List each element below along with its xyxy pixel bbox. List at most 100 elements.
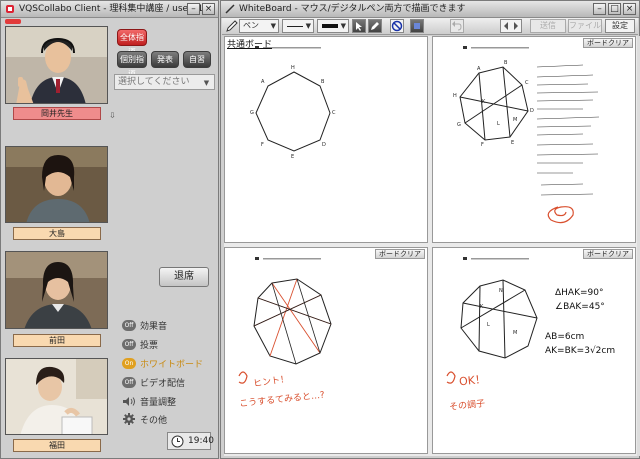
- angle-annotation-2: ∠BAK=45°: [555, 302, 605, 312]
- svg-text:B: B: [321, 79, 325, 85]
- board-student-1[interactable]: ABCDEFGHKLM ボードクリア: [432, 36, 636, 243]
- svg-text:C: C: [332, 110, 336, 116]
- chevron-down-icon: ▼: [305, 22, 311, 30]
- page-nav-button[interactable]: [500, 19, 522, 33]
- option-label: ビデオ配信: [140, 378, 186, 389]
- option-other[interactable]: その他: [122, 412, 167, 426]
- toggle-vote[interactable]: Off: [122, 338, 136, 350]
- name-label-student-1: 大島: [13, 227, 101, 240]
- wb-minimize-button[interactable]: –: [593, 3, 606, 15]
- board-clear-button-3[interactable]: ボードクリア: [583, 249, 633, 259]
- octagon-hint-drawing: [238, 257, 332, 384]
- toggle-whiteboard[interactable]: On: [122, 357, 136, 369]
- option-label: ホワイトボード: [140, 359, 204, 370]
- svg-text:G: G: [457, 122, 461, 128]
- undo-button[interactable]: [450, 19, 464, 33]
- svg-text:N: N: [499, 288, 503, 294]
- line-width-select[interactable]: ▼: [282, 19, 314, 33]
- toggle-video-broadcast[interactable]: Off: [122, 376, 136, 388]
- clock: 19:40: [167, 432, 214, 450]
- client-window: VQSCollabo Client - 理科集中講座 / user01 – × …: [0, 0, 219, 459]
- board-student-2[interactable]: ボードクリア ヒント！ こうするてみると…?: [224, 247, 428, 454]
- svg-text:C: C: [525, 80, 529, 86]
- svg-text:E: E: [291, 154, 294, 160]
- option-volume[interactable]: 音量調整: [122, 394, 176, 408]
- chevron-down-icon: ▼: [203, 79, 210, 87]
- wb-maximize-button[interactable]: □: [608, 3, 621, 15]
- pencil-icon: [371, 22, 379, 30]
- video-teacher: [5, 26, 108, 104]
- ok-annotation: OK！: [458, 372, 487, 389]
- svg-text:L: L: [497, 121, 500, 127]
- color-select[interactable]: ▼: [317, 19, 349, 33]
- speak-button[interactable]: 発表: [151, 51, 179, 68]
- shared-board-label: 共通ボード: [227, 40, 273, 50]
- chevron-down-icon: ▼: [270, 22, 276, 30]
- option-vote[interactable]: Off 投票: [122, 337, 158, 351]
- svg-text:E: E: [511, 140, 514, 146]
- board-shared[interactable]: H B C D E F G A 共通ボード: [224, 36, 428, 243]
- whiteboard-toolbar: ペン ▼ ▼ ▼ 送信 ファイル 設定: [222, 18, 638, 35]
- arrow-icon: [356, 22, 362, 31]
- undo-icon: [452, 21, 462, 31]
- close-button[interactable]: ×: [202, 3, 215, 15]
- svg-text:F: F: [481, 142, 484, 148]
- svg-text:F: F: [261, 142, 264, 148]
- speaker-icon: [123, 396, 135, 406]
- recording-indicator: [5, 19, 21, 24]
- self-study-button[interactable]: 自習: [183, 51, 211, 68]
- send-button[interactable]: 送信: [530, 19, 566, 33]
- octagon-drawing: H B C D E F G A: [250, 46, 336, 160]
- option-sound-effects[interactable]: Off 効果音: [122, 318, 167, 332]
- option-video-broadcast[interactable]: Off ビデオ配信: [122, 375, 185, 389]
- fill-tool-button[interactable]: [410, 19, 424, 33]
- all-instruction-button[interactable]: 全体指導: [117, 29, 147, 57]
- svg-text:G: G: [250, 110, 254, 116]
- board-clear-button-2[interactable]: ボードクリア: [375, 249, 425, 259]
- name-label-student-3: 福田: [13, 439, 101, 452]
- option-label: その他: [140, 415, 168, 426]
- option-whiteboard[interactable]: On ホワイトボード: [122, 356, 203, 370]
- length-annotation-2: AK=BK=3√2cm: [545, 346, 616, 356]
- whiteboard-window: WhiteBoard - マウス/デジタルペン両方で描画できます – □ × ペ…: [220, 0, 640, 459]
- file-button[interactable]: ファイル: [568, 19, 602, 33]
- settings-button[interactable]: 設定: [605, 19, 635, 33]
- page-nav-icon: [504, 22, 518, 30]
- length-annotation-1: AB=6cm: [545, 332, 585, 342]
- square-icon: [414, 23, 420, 29]
- toggle-sound-effects[interactable]: Off: [122, 319, 136, 331]
- select-tool-button[interactable]: [352, 19, 366, 33]
- name-label-student-2: 前田: [13, 334, 101, 347]
- individual-instruction-button[interactable]: 個別指導: [117, 51, 147, 79]
- board-clear-button-1[interactable]: ボードクリア: [583, 38, 633, 48]
- svg-text:D: D: [322, 142, 326, 148]
- whiteboard-title: WhiteBoard - マウス/デジタルペン両方で描画できます: [239, 4, 466, 14]
- name-label-teacher: 岡井先生: [13, 107, 101, 120]
- pen-select[interactable]: ペン ▼: [239, 19, 279, 33]
- participant-select[interactable]: 選択してください ▼: [114, 74, 215, 90]
- svg-text:B: B: [504, 60, 508, 66]
- draw-tool-button[interactable]: [368, 19, 382, 33]
- gear-icon: [123, 413, 135, 425]
- mic-icon[interactable]: ⇩: [109, 111, 117, 121]
- app-icon: [6, 5, 14, 13]
- video-student-1: [5, 146, 108, 223]
- svg-text:M: M: [513, 330, 517, 336]
- whiteboard-grid: HBCDEFGA 共通ボード ABCDEFGHKLM ボードクリア ボードクリア…: [224, 36, 637, 456]
- clock-icon: [171, 435, 184, 448]
- svg-text:D: D: [530, 108, 534, 114]
- svg-text:A: A: [261, 79, 265, 85]
- leave-button[interactable]: 退席: [159, 267, 209, 287]
- pen-icon: [226, 20, 238, 32]
- board-student-3[interactable]: KLMN ボードクリア ΔHAK=90° ∠BAK=45° AB=6cm AK=…: [432, 247, 636, 454]
- eraser-button[interactable]: [390, 19, 404, 33]
- video-student-2: [5, 251, 108, 329]
- svg-text:L: L: [487, 322, 490, 328]
- option-label: 投票: [140, 340, 159, 351]
- minimize-button[interactable]: –: [187, 3, 200, 15]
- client-titlebar: VQSCollabo Client - 理科集中講座 / user01 – ×: [1, 1, 218, 18]
- client-title: VQSCollabo Client - 理科集中講座 / user01: [19, 4, 204, 14]
- octagon-solution-drawing: ABCDEFGHKLM: [453, 46, 600, 224]
- no-entry-icon: [391, 20, 403, 32]
- wb-close-button[interactable]: ×: [623, 3, 636, 15]
